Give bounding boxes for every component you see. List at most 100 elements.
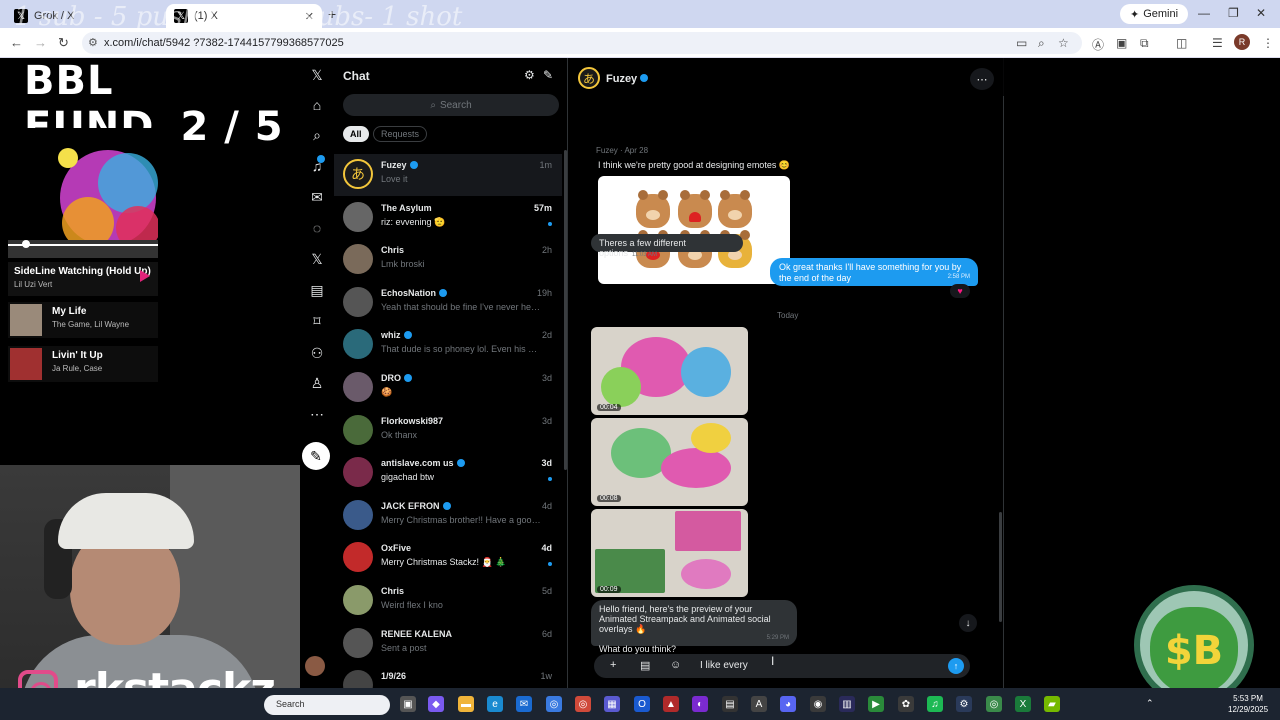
back-icon[interactable]: ←: [10, 35, 23, 50]
message-bubble-outgoing[interactable]: Ok great thanks I'll have something for …: [770, 258, 978, 286]
home-icon[interactable]: ⌂: [308, 96, 326, 114]
more-options-icon[interactable]: ⋯: [970, 68, 994, 90]
avatar[interactable]: [343, 372, 373, 402]
conversation-item[interactable]: Florkowski987 3d Ok thanx: [334, 410, 562, 452]
avatar[interactable]: [343, 286, 373, 317]
app-icon[interactable]: ▦: [604, 696, 620, 712]
chrome-icon[interactable]: ◎: [575, 696, 591, 712]
mail-icon[interactable]: ✉: [516, 696, 532, 712]
video-thumbnail[interactable]: 00:09: [591, 509, 748, 597]
conversation-item[interactable]: EchosNation 19h Yeah that should be fine I…: [334, 282, 562, 324]
maximize-icon[interactable]: ❐: [1228, 6, 1239, 20]
x-logo-icon[interactable]: 𝕏: [308, 66, 326, 84]
heart-reaction-icon[interactable]: ♥: [950, 284, 970, 298]
conversation-item[interactable]: あ Fuzey 1m Love it: [334, 154, 562, 196]
message-input[interactable]: I like every: [700, 660, 748, 671]
conversation-item[interactable]: OxFive 4d Merry Christmas Stackz! 🎅 🎄: [334, 537, 562, 579]
chat-search-input[interactable]: ⌕ Search: [343, 94, 559, 116]
reload-icon[interactable]: ↻: [58, 35, 69, 51]
puzzle-icon[interactable]: ⧉: [1140, 36, 1149, 51]
bookmark-star-icon[interactable]: ☆: [1058, 36, 1069, 50]
conversation-item[interactable]: RENEE KALENA 6d Sent a post: [334, 623, 562, 665]
more-icon[interactable]: ⋯: [308, 405, 326, 423]
app-icon[interactable]: ◐: [692, 696, 708, 712]
app-icon[interactable]: ▶: [868, 696, 884, 712]
sidepanel-icon[interactable]: ◫: [1176, 36, 1187, 50]
store-icon[interactable]: ▤: [722, 696, 738, 712]
minimize-icon[interactable]: —: [1198, 6, 1210, 20]
app-icon[interactable]: ◉: [810, 696, 826, 712]
scroll-to-bottom-icon[interactable]: ↓: [959, 614, 977, 632]
video-thumbnail[interactable]: 00:08: [591, 418, 748, 506]
edge-icon[interactable]: e: [487, 696, 503, 712]
message-bubble-incoming[interactable]: Theres a few different options 11:03 AM: [591, 234, 743, 258]
chrome-icon[interactable]: ◎: [546, 696, 562, 712]
conversation-item[interactable]: antislave.com us 3d gigachad btw: [334, 452, 562, 494]
task-view-icon[interactable]: ▣: [400, 696, 416, 712]
messages-icon[interactable]: ✉: [308, 188, 326, 206]
taskbar-search[interactable]: Search: [264, 695, 390, 715]
filter-all-tab[interactable]: All: [343, 126, 369, 142]
conversation-item[interactable]: JACK EFRON 4d Merry Christmas brother!! Ha…: [334, 495, 562, 537]
chat-scrollbar[interactable]: [999, 512, 1002, 622]
lists-icon[interactable]: ▤: [308, 281, 326, 299]
app-icon[interactable]: ✿: [898, 696, 914, 712]
profile-icon[interactable]: ♙: [308, 374, 326, 392]
avatar[interactable]: [343, 585, 373, 615]
cast-icon[interactable]: ▭: [1016, 36, 1027, 50]
file-explorer-icon[interactable]: ▬: [458, 696, 474, 712]
new-message-icon[interactable]: ✎: [543, 68, 553, 82]
add-icon[interactable]: +: [610, 659, 616, 671]
avatar[interactable]: [343, 201, 373, 232]
zoom-icon[interactable]: ⌕: [1038, 36, 1045, 51]
contact-name[interactable]: Fuzey: [606, 73, 649, 85]
spotify-icon[interactable]: ♫: [927, 696, 943, 712]
communities-icon[interactable]: ⚇: [308, 344, 326, 362]
post-button[interactable]: ✎: [302, 442, 330, 470]
tray-chevron-icon[interactable]: ⌃: [1146, 698, 1154, 709]
copilot-icon[interactable]: ◆: [428, 696, 444, 712]
explore-icon[interactable]: ⌕: [308, 126, 326, 144]
chrome-icon[interactable]: ◎: [986, 696, 1002, 712]
taskbar-clock[interactable]: 5:53 PM 12/29/2025: [1228, 693, 1268, 715]
conversation-item[interactable]: DRO 3d 🍪: [334, 367, 562, 409]
avatar[interactable]: [343, 499, 373, 530]
avatar[interactable]: [343, 414, 373, 445]
video-thumbnail[interactable]: 00:04: [591, 327, 748, 415]
avatar[interactable]: [343, 329, 373, 360]
site-info-icon[interactable]: ⚙: [88, 36, 98, 49]
grok-icon[interactable]: ◌: [308, 219, 326, 237]
outlook-icon[interactable]: O: [634, 696, 650, 712]
url-field[interactable]: ⚙ x.com/i/chat/5942 ?7382-17441577993685…: [82, 32, 1082, 54]
avatar[interactable]: [343, 542, 373, 573]
avatar[interactable]: [343, 244, 373, 275]
contact-avatar[interactable]: あ: [578, 67, 600, 89]
app-icon[interactable]: ▥: [839, 696, 855, 712]
emoji-icon[interactable]: ☺: [670, 659, 681, 671]
media-icon[interactable]: ▤: [640, 659, 650, 672]
conversation-item[interactable]: whiz 2d That dude is so phoney lol. Even h…: [334, 324, 562, 366]
profile-avatar[interactable]: R: [1234, 34, 1250, 50]
discord-icon[interactable]: ◕: [780, 696, 796, 712]
conversation-item[interactable]: The Asylum 57m riz: evvening 🫡: [334, 197, 562, 239]
account-avatar[interactable]: [305, 656, 325, 676]
list-scrollbar[interactable]: [564, 150, 567, 470]
downloads-icon[interactable]: ☰: [1212, 36, 1223, 50]
menu-icon[interactable]: ⋮: [1262, 36, 1274, 50]
app-icon[interactable]: ▲: [663, 696, 679, 712]
extension-icon[interactable]: Ⓐ: [1092, 36, 1104, 53]
close-window-icon[interactable]: ✕: [1256, 6, 1266, 20]
excel-icon[interactable]: X: [1015, 696, 1031, 712]
steam-icon[interactable]: ⚙: [956, 696, 972, 712]
avatar[interactable]: [343, 457, 373, 488]
premium-icon[interactable]: 𝕏: [308, 250, 326, 268]
gemini-button[interactable]: ✦ Gemini: [1120, 4, 1189, 24]
avatar[interactable]: [343, 627, 373, 658]
bookmarks-icon[interactable]: ⌑: [308, 312, 326, 330]
avatar[interactable]: あ: [343, 159, 373, 189]
settings-icon[interactable]: ⚙: [524, 68, 535, 82]
nvidia-icon[interactable]: ▰: [1044, 696, 1060, 712]
extension-icon[interactable]: ▣: [1116, 36, 1127, 50]
app-icon[interactable]: A: [751, 696, 767, 712]
emote-image[interactable]: [598, 176, 790, 284]
